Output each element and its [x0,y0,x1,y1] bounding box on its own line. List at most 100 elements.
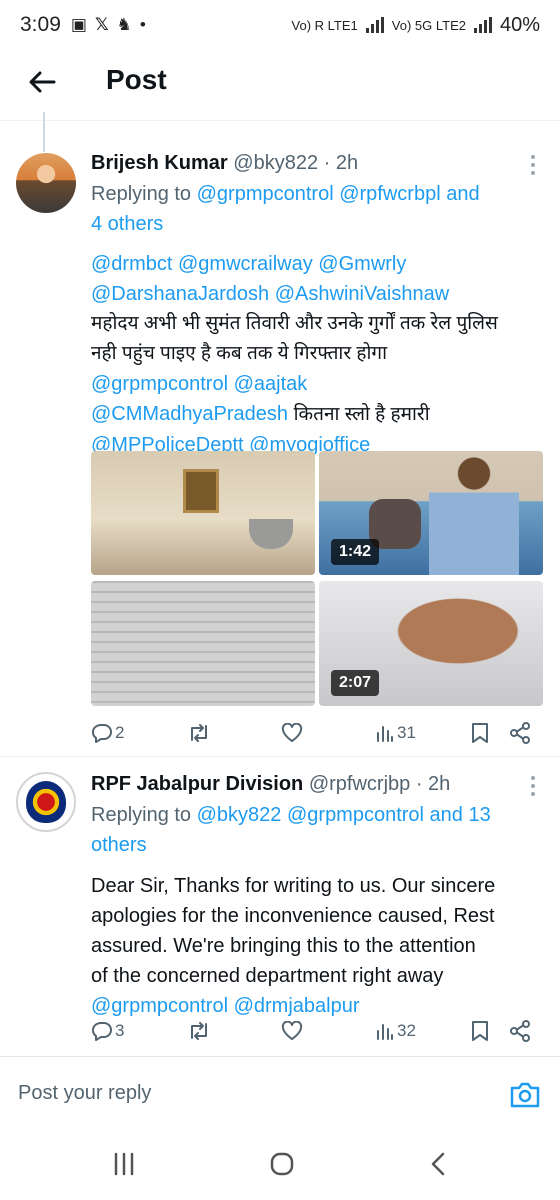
repost-button[interactable] [187,1021,211,1041]
text-line: apologies for the inconvenience caused, … [91,905,495,927]
like-icon [281,723,303,742]
media-image-document[interactable] [91,581,315,706]
header-divider [0,120,560,121]
views-icon [377,1024,393,1040]
author-name[interactable]: RPF Jabalpur Division [91,773,303,795]
battery-percent: 40% [499,13,540,36]
share-button[interactable] [509,722,531,744]
replying-to: Replying to @grpmpcontrol @rpfwcrbpl and… [91,179,540,239]
author-handle[interactable]: @bky822 [233,152,318,174]
status-right: Vo) R LTE1 Vo) 5G LTE2 40% [292,14,540,37]
mentions-line[interactable]: @DarshanaJardosh @AshwiniVaishnaw [91,279,540,309]
share-icon [510,722,530,744]
thread-connector [43,112,45,152]
x-app-icon: 𝕏 [94,15,109,34]
replying-to-label: Replying to [91,804,192,826]
chevron-left-icon [431,1152,445,1176]
bookmark-button[interactable] [471,722,489,744]
tweet-divider [0,756,560,757]
share-button[interactable] [509,1020,531,1042]
reply-button[interactable]: 3 [91,1021,124,1041]
signal-icon-2 [473,17,492,33]
post-text: @drmbct @gmwcrailway @Gmwrly @DarshanaJa… [91,249,540,460]
replying-to-others[interactable]: others [91,830,540,860]
reply-count: 2 [115,723,125,742]
camera-button[interactable] [508,1078,542,1112]
replying-to: Replying to @bky822 @grpmpcontrol and 13… [91,800,540,860]
like-button[interactable] [281,1021,303,1041]
like-button[interactable] [281,723,303,743]
back-arrow-icon [29,71,56,93]
views-button[interactable]: 31 [375,723,416,743]
replying-to-targets[interactable]: @bky822 @grpmpcontrol and 13 [197,804,491,826]
replying-to-targets[interactable]: @grpmpcontrol @rpfwcrbpl and [197,183,480,205]
reply-count: 3 [115,1021,125,1040]
views-button[interactable]: 32 [375,1021,416,1041]
avatar[interactable] [16,153,76,213]
text-line: of the concerned department right away [91,965,444,987]
media-video-2[interactable]: 2:07 [319,581,543,706]
post-time: · 2h [415,773,451,795]
repost-button[interactable] [187,723,211,743]
reply-icon [92,1022,112,1041]
notification-icons: ▣ 𝕏 ♞ • [71,15,146,35]
like-icon [281,1021,303,1040]
page-title: Post [106,64,167,95]
media-image-room[interactable] [91,451,315,575]
media-video-1[interactable]: 1:42 [319,451,543,575]
mentions-line[interactable]: @grpmpcontrol @aajtak [91,369,540,399]
post-actions: 2 31 [91,718,531,748]
post-text: Dear Sir, Thanks for writing to us. Our … [91,871,540,1021]
share-icon [510,1020,530,1042]
recents-icon [114,1152,134,1176]
signal-icon [365,17,384,33]
home-icon [270,1152,294,1176]
bookmark-button[interactable] [471,1020,489,1042]
author-row: Brijesh Kumar @bky822 · 2h [91,150,540,175]
repost-icon [191,1022,207,1040]
pot-object [249,519,293,549]
replying-to-others[interactable]: 4 others [91,209,540,239]
gallery-icon: ▣ [70,15,87,34]
media-grid: 1:42 2:07 [91,451,543,706]
views-count: 32 [397,1021,416,1040]
reply-icon [92,724,112,743]
system-back-button[interactable] [418,1148,458,1180]
video-duration: 2:07 [331,670,380,696]
sim2-label: Vo) 5G LTE2 [391,17,466,33]
text-fragment: कितना स्लो है हमारी [293,404,430,425]
views-count: 31 [397,723,416,742]
text-line: नही पहुंच पाइए है कब तक ये गिरफ्तार होगा [91,343,388,364]
post-time: · 2h [323,152,359,174]
author-name[interactable]: Brijesh Kumar [91,152,228,174]
text-line: assured. We're bringing this to the atte… [91,935,476,957]
reply-input[interactable]: Post your reply [18,1082,151,1105]
sim1-label: Vo) R LTE1 [291,17,358,33]
app-icon: ♞ [116,15,132,34]
text-line: महोदय अभी भी सुमंत तिवारी और उनके गुर्गो… [91,313,498,334]
status-time: 3:09 [20,13,61,36]
avatar[interactable] [16,772,76,832]
author-handle[interactable]: @rpfwcrjbp [309,773,410,795]
top-app-bar: Post [0,52,560,112]
system-nav-bar [0,1128,560,1200]
recents-button[interactable] [104,1148,144,1180]
composer-divider [0,1056,560,1057]
status-bar: 3:09 ▣ 𝕏 ♞ • Vo) R LTE1 Vo) 5G LTE2 40% [0,0,560,50]
bookmark-icon [472,723,488,743]
mentions-line[interactable]: @drmbct @gmwcrailway @Gmwrly [91,249,540,279]
home-button[interactable] [262,1148,302,1180]
text-line: Dear Sir, Thanks for writing to us. Our … [91,875,496,897]
author-row: RPF Jabalpur Division @rpfwcrjbp · 2h [91,772,540,796]
camera-icon [510,1082,540,1108]
repost-icon [191,724,207,742]
person-figure [429,457,519,575]
back-button[interactable] [22,62,62,102]
views-icon [377,726,393,742]
reply-button[interactable]: 2 [91,723,124,743]
mention-link[interactable]: @CMMadhyaPradesh [91,403,288,425]
wall-picture [183,469,219,513]
dot-icon: • [139,15,146,34]
replying-to-label: Replying to [91,183,192,205]
reply-tweet-2[interactable]: RPF Jabalpur Division @rpfwcrjbp · 2h Re… [0,772,560,1052]
